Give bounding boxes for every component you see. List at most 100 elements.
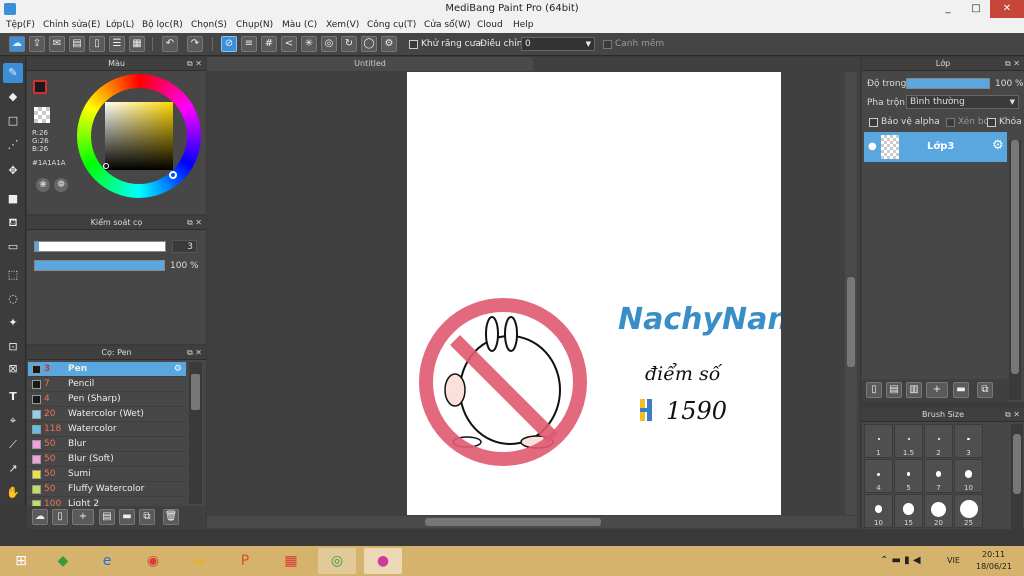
menu-file[interactable]: Tệp(F): [6, 20, 35, 30]
brush-list-item[interactable]: 50 Blur (Soft): [28, 452, 186, 467]
brush-size-scrollbar[interactable]: [1011, 424, 1023, 529]
language-indicator[interactable]: VIE: [947, 556, 960, 565]
palette-add-icon[interactable]: ❁: [54, 178, 68, 192]
copy-layer-icon[interactable]: ⧉: [977, 382, 993, 398]
rect-select-tool-icon[interactable]: □: [3, 111, 23, 131]
panel-close-icon[interactable]: ⧉ ✕: [1005, 408, 1020, 422]
brush-list-item[interactable]: 7 Pencil: [28, 377, 186, 392]
new-layer-icon[interactable]: ▯: [866, 382, 882, 398]
panel-close-icon[interactable]: ⧉ ✕: [187, 216, 202, 230]
gradient-tool-icon[interactable]: ▭: [3, 237, 23, 257]
redo-icon[interactable]: ↷: [187, 36, 203, 52]
brush-properties-icon[interactable]: ▤: [99, 509, 115, 525]
transparent-swatch[interactable]: [34, 107, 50, 123]
hand-tool-icon[interactable]: ✋: [3, 483, 23, 503]
brush-list-item[interactable]: 50 Fluffy Watercolor: [28, 482, 186, 497]
cloud-icon[interactable]: ☁: [9, 36, 25, 52]
panel-close-icon[interactable]: ⧉ ✕: [187, 346, 202, 360]
grid-icon[interactable]: ▦: [129, 36, 145, 52]
app-grid-icon[interactable]: ▦: [272, 548, 310, 574]
move-tool-icon[interactable]: ✥: [3, 161, 23, 181]
layer-scrollbar[interactable]: [1009, 140, 1021, 400]
eye-icon[interactable]: ●: [868, 141, 877, 152]
brush-add-icon[interactable]: +: [72, 509, 94, 525]
divide-tool-icon[interactable]: ⌖: [3, 411, 23, 431]
add-layer-icon[interactable]: +: [926, 382, 948, 398]
antialias-checkbox[interactable]: [409, 40, 418, 49]
maximize-button[interactable]: □: [962, 0, 990, 18]
menu-edit[interactable]: Chỉnh sửa(E): [43, 20, 100, 30]
drawing-canvas[interactable]: NachyNan điểm số 1590: [407, 72, 789, 515]
green-app-icon[interactable]: ◎: [318, 548, 356, 574]
edge-checkbox[interactable]: [603, 40, 612, 49]
tab-untitled[interactable]: Untitled: [207, 57, 533, 71]
new-8bit-layer-icon[interactable]: ▥: [906, 382, 922, 398]
file-explorer-icon[interactable]: ▬: [180, 548, 218, 574]
panel-close-icon[interactable]: ⧉ ✕: [1005, 57, 1020, 71]
brush-size-cell[interactable]: 7: [924, 459, 953, 493]
upload-icon[interactable]: ⇪: [29, 36, 45, 52]
menu-select[interactable]: Chọn(S): [191, 20, 227, 30]
medibang-taskbar-icon[interactable]: ●: [364, 548, 402, 574]
brush-size-cell[interactable]: 10: [864, 494, 893, 528]
text-tool-icon[interactable]: T: [3, 387, 23, 407]
blend-mode-select[interactable]: Bình thường ▼: [906, 95, 1019, 109]
lasso-tool-icon[interactable]: ◌: [3, 289, 23, 309]
brush-size-cell[interactable]: 10: [954, 459, 983, 493]
chat-icon[interactable]: ✉: [49, 36, 65, 52]
menu-cloud[interactable]: Cloud: [477, 20, 503, 30]
brush-list-item[interactable]: 50 Blur: [28, 437, 186, 452]
brush-size-cell[interactable]: 3: [954, 424, 983, 458]
close-button[interactable]: ✕: [990, 0, 1024, 18]
brush-list-item[interactable]: 20 Watercolor (Wet): [28, 407, 186, 422]
brush-list-item[interactable]: 118 Watercolor: [28, 422, 186, 437]
windows-start-icon[interactable]: ⊞: [2, 548, 40, 574]
brush-list-item[interactable]: 3 Pen ⚙: [28, 362, 186, 377]
menu-tools[interactable]: Công cụ(T): [367, 20, 416, 30]
brush-size-cell[interactable]: 15: [894, 494, 923, 528]
palette-icon[interactable]: ❀: [36, 178, 50, 192]
clock-time[interactable]: 20:11: [982, 550, 1005, 559]
trash-icon[interactable]: 🗑: [163, 509, 179, 525]
bucket-tool-icon[interactable]: ⛾: [3, 213, 23, 233]
brush-list-item[interactable]: 50 Sumi: [28, 467, 186, 482]
layer-gear-icon[interactable]: ⚙: [992, 138, 1004, 153]
tray-icons[interactable]: ⌃ ▬ ▮ ◀: [880, 555, 921, 566]
brush-size-cell[interactable]: 1: [864, 424, 893, 458]
hue-marker[interactable]: [169, 171, 177, 179]
adjust-input[interactable]: 0 ▼: [521, 37, 595, 51]
comment-icon[interactable]: ▤: [69, 36, 85, 52]
operation-tool-icon[interactable]: ↗: [3, 459, 23, 479]
snap-grid-icon[interactable]: #: [261, 36, 277, 52]
canvas-v-scrollbar[interactable]: [845, 72, 857, 515]
minimize-button[interactable]: _: [934, 0, 962, 18]
snap-parallel-icon[interactable]: ≡: [241, 36, 257, 52]
select-eraser-tool-icon[interactable]: ⊠: [3, 359, 23, 379]
layer-row[interactable]: ● Lớp3 ⚙: [864, 132, 1007, 162]
menu-color[interactable]: Màu (C): [282, 20, 317, 30]
snap-radial-icon[interactable]: ✳: [301, 36, 317, 52]
select-tool-icon[interactable]: ⬚: [3, 265, 23, 285]
hue-ring[interactable]: [77, 74, 201, 198]
page-icon[interactable]: ▯: [89, 36, 105, 52]
layer-opacity-slider[interactable]: [906, 78, 990, 89]
eraser-tool-icon[interactable]: ◆: [3, 87, 23, 107]
copy-icon[interactable]: ⧉: [139, 509, 155, 525]
menu-filter[interactable]: Bộ lọc(R): [142, 20, 183, 30]
brush-size-cell[interactable]: 5: [894, 459, 923, 493]
dot-tool-icon[interactable]: ⋰: [3, 135, 23, 155]
menu-help[interactable]: Help: [513, 20, 534, 30]
snap-perspective-icon[interactable]: <: [281, 36, 297, 52]
brush-size-value[interactable]: 3: [172, 240, 197, 253]
new-halftone-layer-icon[interactable]: ▤: [886, 382, 902, 398]
list-icon[interactable]: ☰: [109, 36, 125, 52]
brush-cloud-icon[interactable]: ☁: [32, 509, 48, 525]
lock-checkbox[interactable]: [987, 118, 996, 127]
clock-date[interactable]: 18/06/21: [976, 562, 1012, 571]
menu-capture[interactable]: Chụp(N): [236, 20, 273, 30]
color-marker[interactable]: [103, 163, 109, 169]
brush-list-item[interactable]: 4 Pen (Sharp): [28, 392, 186, 407]
brush-opacity-slider[interactable]: [34, 260, 165, 271]
dropper-tool-icon[interactable]: ⟋: [3, 435, 23, 455]
canvas-h-scrollbar[interactable]: [207, 516, 857, 528]
